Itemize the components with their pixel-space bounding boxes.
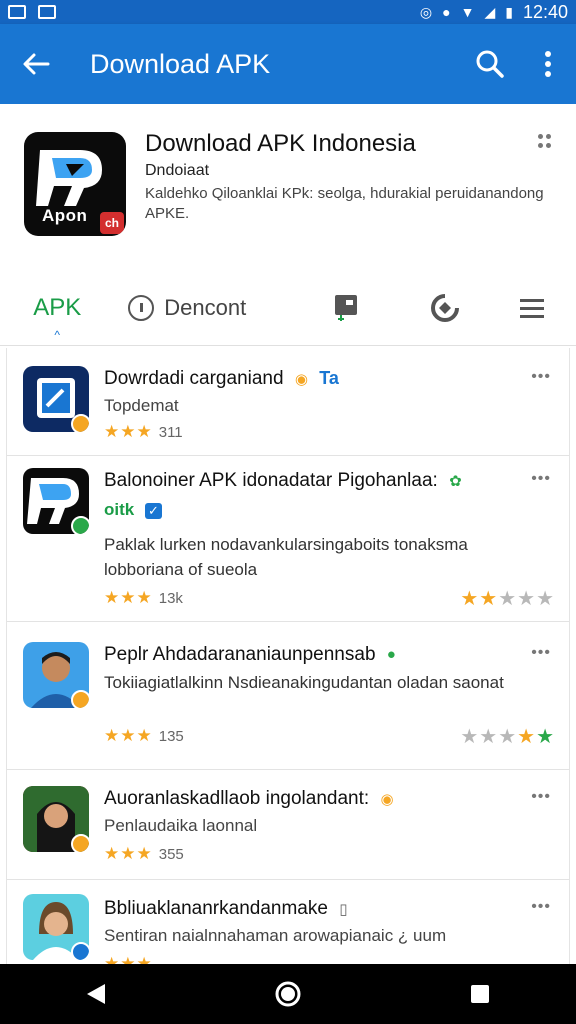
app-bar-title: Download APK xyxy=(90,48,271,79)
item-thumbnail xyxy=(23,366,89,432)
sync-icon xyxy=(431,293,459,322)
item-thumbnail xyxy=(23,786,89,852)
item-subtitle: Sentiran naialnnahaman arowapianaic ¿ uu… xyxy=(104,926,447,945)
header-grid-menu-icon[interactable] xyxy=(538,134,552,148)
rating-count: 13k xyxy=(158,590,183,607)
item-stars: ★★★ 311 xyxy=(104,422,183,441)
item-stars: ★★★ xyxy=(104,954,153,964)
item-more-icon[interactable]: ••• xyxy=(531,898,551,916)
item-description: Tokiiagiatlalkinn Nsdieanakingudantan ol… xyxy=(104,673,504,692)
item-title: Dowrdadi carganiand ◉ Ta xyxy=(104,368,339,389)
item-more-icon[interactable]: ••• xyxy=(531,644,551,662)
verified-badge-icon xyxy=(71,414,89,432)
item-subtitle: Penlaudaika laonnal xyxy=(104,816,258,835)
item-rating-stars: ★★★★★ xyxy=(460,726,555,748)
verified-badge-icon xyxy=(71,516,89,534)
back-button[interactable] xyxy=(0,24,72,104)
battery-icon: ▮ xyxy=(505,4,513,20)
rating-count: 135 xyxy=(158,728,184,745)
nav-back-button[interactable] xyxy=(66,964,126,1024)
pin-icon xyxy=(128,294,155,321)
item-title: Peplr Ahdadarananiaunpennsab ● xyxy=(104,644,396,665)
data-saver-icon: ◎ xyxy=(419,4,433,20)
rating-count: 311 xyxy=(158,424,183,441)
gear-icon: ✿ xyxy=(449,472,462,490)
list-item[interactable]: Auoranlaskadllaob ingolandant: ◉ Penlaud… xyxy=(7,770,569,880)
verified-badge-icon xyxy=(71,942,89,960)
item-thumbnail xyxy=(23,642,89,708)
signal-icon: ◢ xyxy=(484,4,496,20)
app-bar: Download APK xyxy=(0,24,576,104)
list-item[interactable]: Bbliuaklananrkandanmake ▯ Sentiran naial… xyxy=(7,880,569,964)
tab-dencont[interactable]: Dencont xyxy=(114,270,260,346)
list-item[interactable]: Balonoiner APK idonadatar Pigohanlaa: ✿ … xyxy=(7,456,569,622)
item-title: Auoranlaskadllaob ingolandant: ◉ xyxy=(104,788,394,809)
tab-apk[interactable]: APK ^ xyxy=(0,270,114,346)
nav-home-button[interactable] xyxy=(258,964,318,1024)
more-vertical-icon xyxy=(545,51,551,77)
list-item[interactable]: Peplr Ahdadarananiaunpennsab ● Tokiiagia… xyxy=(7,622,569,770)
triangle-back-icon xyxy=(87,984,105,1004)
item-description: Paklak lurken nodavankularsingaboits ton… xyxy=(104,535,468,579)
image-notification-icon xyxy=(8,5,26,19)
tab-sync[interactable] xyxy=(401,270,488,346)
wifi-icon: ▼ xyxy=(460,4,475,20)
search-icon xyxy=(476,50,504,78)
leaf-icon: ● xyxy=(386,646,396,664)
developer-name: Dndoiaat xyxy=(145,162,210,179)
clipboard-icon: ▯ xyxy=(339,900,348,918)
item-stars: ★★★ 355 xyxy=(104,844,184,863)
download-box-icon xyxy=(334,294,357,321)
item-more-icon[interactable]: ••• xyxy=(531,470,551,488)
tab-dencont-label: Dencont xyxy=(164,294,247,320)
verified-badge-icon xyxy=(71,834,89,852)
hamburger-menu-icon xyxy=(520,298,545,318)
status-bar: ◎ ● ▼ ◢ ▮ 12:40 xyxy=(0,0,576,24)
logo-badge: ch xyxy=(100,212,124,234)
item-subtitle: Topdemat xyxy=(104,396,179,415)
system-nav-bar xyxy=(0,964,576,1024)
check-badge-icon: ✓ xyxy=(144,502,162,519)
tab-updates[interactable] xyxy=(302,270,389,346)
location-icon: ● xyxy=(442,4,451,20)
arrow-left-icon xyxy=(23,53,50,75)
tab-apk-label: APK xyxy=(33,293,82,321)
home-circle-icon xyxy=(275,981,301,1007)
item-more-icon[interactable]: ••• xyxy=(531,368,551,386)
item-title: Balonoiner APK idonadatar Pigohanlaa: ✿ xyxy=(104,470,462,491)
item-more-icon[interactable]: ••• xyxy=(531,788,551,806)
app-logo: Apon ch xyxy=(24,132,126,236)
nav-recents-button[interactable] xyxy=(450,964,510,1024)
square-recents-icon xyxy=(471,985,489,1003)
item-stars: ★★★ 13k xyxy=(104,588,183,607)
photo-notification-icon xyxy=(38,5,56,19)
rating-count: 355 xyxy=(158,846,184,863)
overflow-menu-button[interactable] xyxy=(520,24,576,104)
item-thumbnail xyxy=(23,894,89,960)
status-time: 12:40 xyxy=(522,1,568,22)
apk-list: Dowrdadi carganiand ◉ Ta Topdemat ★★★ 311… xyxy=(6,348,570,964)
app-description: Kaldehko Qiloanklai KPk: seolga, hduraki… xyxy=(145,185,544,222)
item-stars: ★★★ 135 xyxy=(104,726,184,745)
item-tag: Ta xyxy=(319,368,339,389)
emoji-icon: ◉ xyxy=(294,370,308,388)
tab-bar: APK ^ Dencont xyxy=(0,270,576,346)
tab-menu[interactable] xyxy=(489,270,576,346)
search-button[interactable] xyxy=(460,24,520,104)
verified-badge-icon xyxy=(71,690,89,708)
list-item[interactable]: Dowrdadi carganiand ◉ Ta Topdemat ★★★ 311… xyxy=(7,348,569,456)
item-thumbnail xyxy=(23,468,89,534)
app-name: Download APK Indonesia xyxy=(145,130,416,157)
app-header-card: Apon ch Download APK Indonesia Dndoiaat … xyxy=(0,104,576,264)
logo-text: Apon xyxy=(42,206,88,225)
item-title: Bbliuaklananrkandanmake ▯ xyxy=(104,898,348,919)
logo-mark-icon xyxy=(36,150,102,206)
active-tab-caret-icon: ^ xyxy=(54,327,61,342)
item-rating-stars: ★★★★★ xyxy=(460,588,555,610)
item-tag: oitk ✓ xyxy=(104,500,162,520)
emoji-icon: ◉ xyxy=(380,790,394,808)
